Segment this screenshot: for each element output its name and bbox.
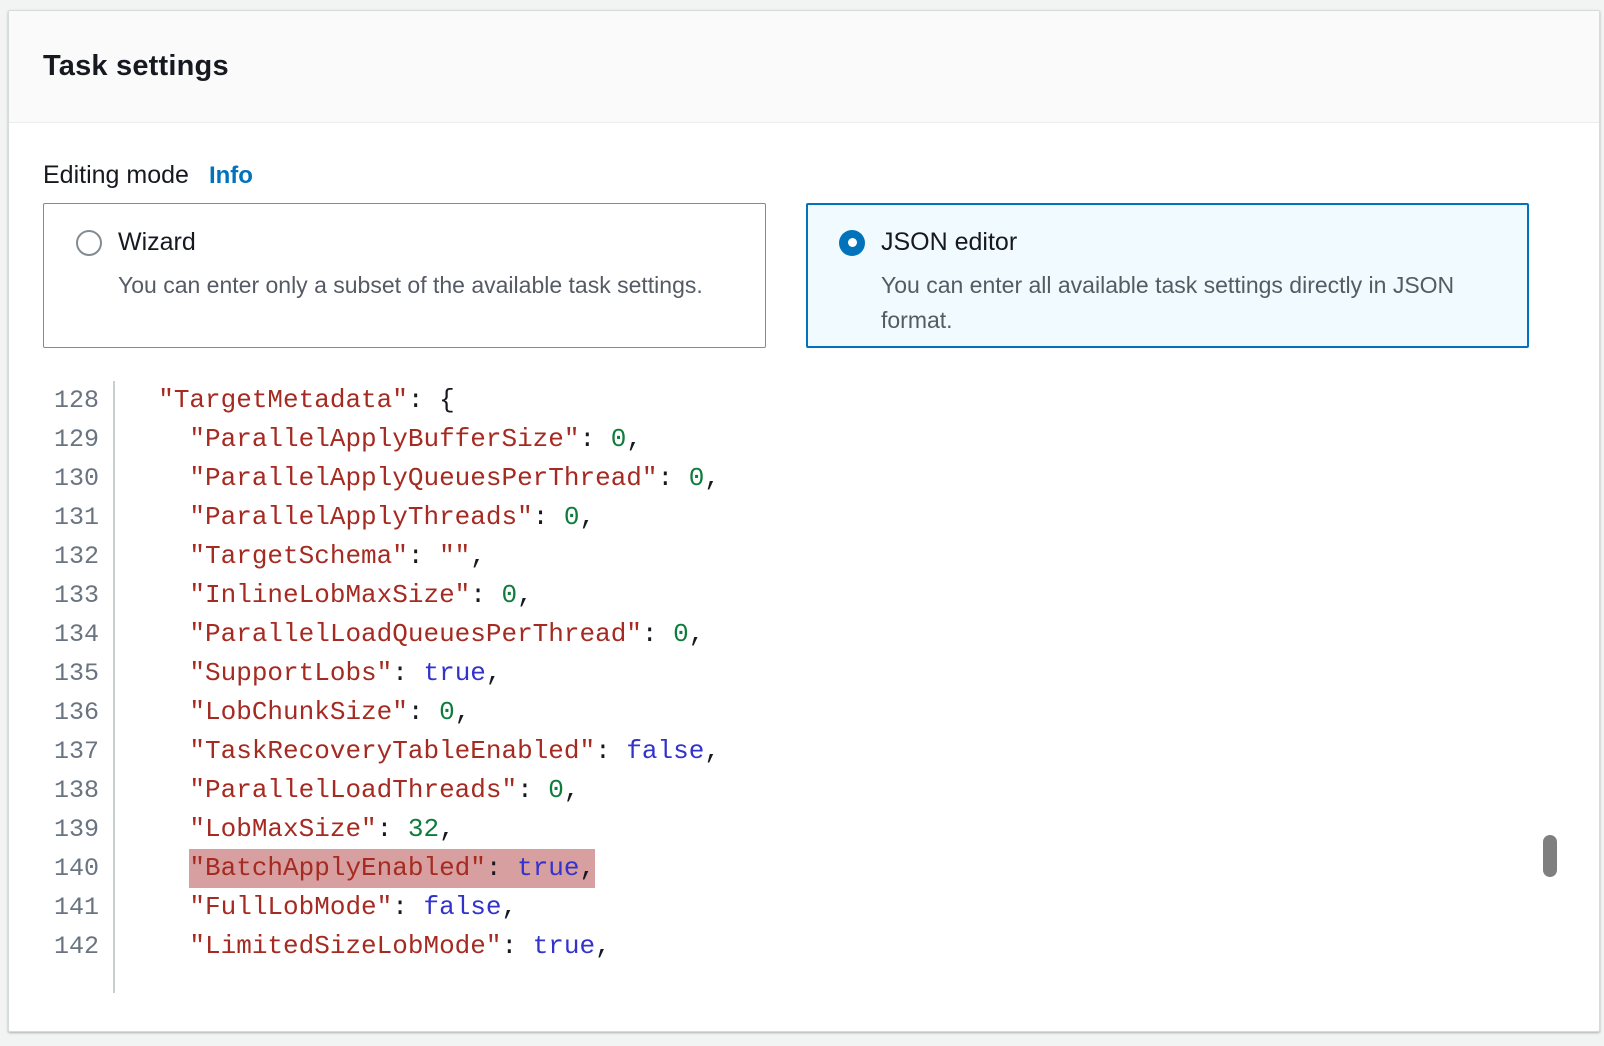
json-value: 0 <box>689 463 705 493</box>
code-text: "BatchApplyEnabled": true, <box>113 849 595 888</box>
json-value: 0 <box>439 697 455 727</box>
line-number: 139 <box>43 810 113 849</box>
code-line: 141 "FullLobMode": false, <box>43 888 1565 927</box>
line-number: 141 <box>43 888 113 927</box>
line-number: 136 <box>43 693 113 732</box>
json-code-editor[interactable]: 128 "TargetMetadata": { 129 "ParallelApp… <box>43 381 1565 993</box>
code-line: 138 "ParallelLoadThreads": 0, <box>43 771 1565 810</box>
json-value: 0 <box>502 580 518 610</box>
editing-mode-label: Editing mode <box>43 161 189 190</box>
line-number: 137 <box>43 732 113 771</box>
code-line: 136 "LobChunkSize": 0, <box>43 693 1565 732</box>
json-key: "TargetSchema" <box>189 541 407 571</box>
code-text: "FullLobMode": false, <box>113 888 517 927</box>
panel-title: Task settings <box>43 50 229 83</box>
code-text: "SupportLobs": true, <box>113 654 502 693</box>
code-line: 129 "ParallelApplyBufferSize": 0, <box>43 420 1565 459</box>
json-key: "InlineLobMaxSize" <box>189 580 470 610</box>
code-line: 132 "TargetSchema": "", <box>43 537 1565 576</box>
editor-scrollbar-thumb[interactable] <box>1543 835 1557 877</box>
radio-button-json-editor[interactable] <box>839 230 865 256</box>
code-line: 130 "ParallelApplyQueuesPerThread": 0, <box>43 459 1565 498</box>
radio-tile-wizard[interactable]: Wizard You can enter only a subset of th… <box>43 203 766 348</box>
json-key: "ParallelApplyBufferSize" <box>189 424 579 454</box>
json-value: true <box>533 931 595 961</box>
code-line: 139 "LobMaxSize": 32, <box>43 810 1565 849</box>
json-key: "TaskRecoveryTableEnabled" <box>189 736 595 766</box>
line-number: 142 <box>43 927 113 966</box>
line-number: 130 <box>43 459 113 498</box>
json-value: false <box>423 892 501 922</box>
line-number: 129 <box>43 420 113 459</box>
code-line: 137 "TaskRecoveryTableEnabled": false, <box>43 732 1565 771</box>
json-value: "" <box>439 541 470 571</box>
json-key: "SupportLobs" <box>189 658 392 688</box>
json-key: "ParallelApplyThreads" <box>189 502 532 532</box>
panel-header: Task settings <box>9 11 1599 123</box>
code-text: "TargetSchema": "", <box>113 537 486 576</box>
code-text: "ParallelApplyThreads": 0, <box>113 498 595 537</box>
json-key: "FullLobMode" <box>189 892 392 922</box>
json-key: "ParallelApplyQueuesPerThread" <box>189 463 657 493</box>
line-number: 128 <box>43 381 113 420</box>
code-text: "LobChunkSize": 0, <box>113 693 470 732</box>
task-settings-panel: Task settings Editing mode Info Wizard Y… <box>8 10 1600 1032</box>
code-text: "LimitedSizeLobMode": true, <box>113 927 611 966</box>
editing-mode-options: Wizard You can enter only a subset of th… <box>43 203 1565 348</box>
radio-tile-wizard-title: Wizard <box>118 228 196 257</box>
radio-tile-wizard-description: You can enter only a subset of the avail… <box>118 268 723 303</box>
code-line: 133 "InlineLobMaxSize": 0, <box>43 576 1565 615</box>
json-value: true <box>517 853 579 883</box>
json-value: 0 <box>564 502 580 532</box>
code-text: "TargetMetadata": { <box>113 381 455 420</box>
json-value: 0 <box>611 424 627 454</box>
json-value: 32 <box>408 814 439 844</box>
gutter-tail <box>43 966 1565 993</box>
radio-tile-json-editor[interactable]: JSON editor You can enter all available … <box>806 203 1529 348</box>
code-text: "TaskRecoveryTableEnabled": false, <box>113 732 720 771</box>
json-value: 0 <box>673 619 689 649</box>
code-line: 134 "ParallelLoadQueuesPerThread": 0, <box>43 615 1565 654</box>
code-line: 135 "SupportLobs": true, <box>43 654 1565 693</box>
code-lines: 128 "TargetMetadata": { 129 "ParallelApp… <box>43 381 1565 966</box>
json-value: { <box>439 385 455 415</box>
code-line: 128 "TargetMetadata": { <box>43 381 1565 420</box>
code-line: 140 "BatchApplyEnabled": true, <box>43 849 1565 888</box>
code-text: "ParallelLoadQueuesPerThread": 0, <box>113 615 704 654</box>
line-number: 135 <box>43 654 113 693</box>
code-text: "ParallelLoadThreads": 0, <box>113 771 580 810</box>
radio-tile-json-editor-description: You can enter all available task setting… <box>881 268 1486 338</box>
panel-content: Editing mode Info Wizard You can enter o… <box>9 161 1599 993</box>
code-line: 142 "LimitedSizeLobMode": true, <box>43 927 1565 966</box>
json-value: true <box>423 658 485 688</box>
code-text: "LobMaxSize": 32, <box>113 810 455 849</box>
json-key: "BatchApplyEnabled" <box>189 853 485 883</box>
code-line: 131 "ParallelApplyThreads": 0, <box>43 498 1565 537</box>
code-text: "InlineLobMaxSize": 0, <box>113 576 533 615</box>
json-value: false <box>626 736 704 766</box>
json-key: "LobChunkSize" <box>189 697 407 727</box>
code-text: "ParallelApplyBufferSize": 0, <box>113 420 642 459</box>
line-number: 134 <box>43 615 113 654</box>
json-key: "TargetMetadata" <box>158 385 408 415</box>
radio-button-wizard[interactable] <box>76 230 102 256</box>
json-key: "ParallelLoadThreads" <box>189 775 517 805</box>
line-number: 133 <box>43 576 113 615</box>
info-link[interactable]: Info <box>209 162 253 190</box>
json-key: "LimitedSizeLobMode" <box>189 931 501 961</box>
radio-tile-json-editor-title: JSON editor <box>881 228 1017 257</box>
line-number: 140 <box>43 849 113 888</box>
json-key: "ParallelLoadQueuesPerThread" <box>189 619 641 649</box>
editing-mode-row: Editing mode Info <box>43 161 1565 190</box>
json-value: 0 <box>548 775 564 805</box>
line-number: 132 <box>43 537 113 576</box>
code-text: "ParallelApplyQueuesPerThread": 0, <box>113 459 720 498</box>
line-number: 138 <box>43 771 113 810</box>
line-number: 131 <box>43 498 113 537</box>
json-key: "LobMaxSize" <box>189 814 376 844</box>
